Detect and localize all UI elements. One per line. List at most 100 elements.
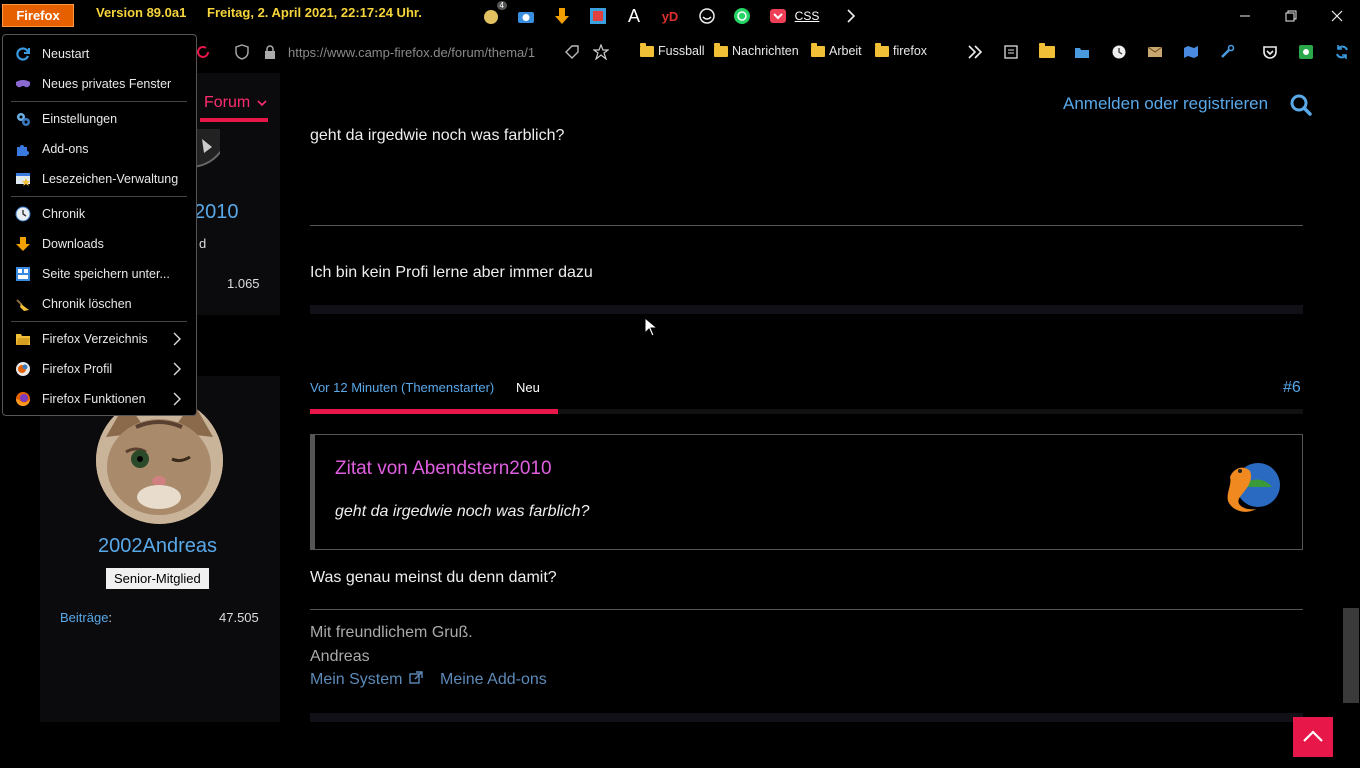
post2-reply-text: Was genau meinst du denn damit? (310, 569, 557, 586)
menu-item-downloads[interactable]: Downloads (3, 229, 196, 259)
menu-item-einstellungen[interactable]: Einstellungen (3, 104, 196, 134)
addons-icon (15, 141, 31, 157)
menu-item-private-window[interactable]: Neues privates Fenster (3, 69, 196, 99)
bookmark-fussball[interactable]: Fussball (640, 42, 705, 58)
menu-item-addons[interactable]: Add-ons (3, 134, 196, 164)
restart-icon (15, 46, 31, 62)
wrench-icon[interactable] (1217, 42, 1237, 62)
url-text[interactable]: https://www.camp-firefox.de/forum/thema/… (288, 45, 550, 60)
lock-icon[interactable] (260, 42, 280, 62)
folder-icon (640, 42, 654, 57)
page-action-icon[interactable] (562, 42, 582, 62)
font-icon[interactable]: A (624, 6, 644, 26)
menu-separator (11, 321, 187, 322)
menu-item-neustart[interactable]: Neustart (3, 39, 196, 69)
chevron-down-icon (257, 100, 267, 107)
settings-icon (15, 111, 31, 127)
posts-label-colon: : (108, 610, 113, 625)
login-register-link[interactable]: Anmelden oder registrieren (1063, 94, 1268, 114)
sync-icon[interactable] (1332, 42, 1352, 62)
pocket-icon[interactable] (768, 6, 788, 26)
user2-rank-badge: Senior-Mitglied (106, 568, 209, 589)
menu-item-chronik[interactable]: Chronik (3, 199, 196, 229)
mail-icon[interactable] (1145, 42, 1165, 62)
post2-signature-name: Andreas (310, 648, 370, 665)
green-extension-icon[interactable] (1296, 42, 1316, 62)
menu-separator (11, 196, 187, 197)
sg-extension-icon[interactable] (588, 6, 608, 26)
mein-system-link[interactable]: Mein System (310, 671, 423, 689)
badge-extension-icon[interactable]: 4 (481, 1, 507, 26)
menu-item-label: Chronik (42, 207, 86, 221)
restore-button[interactable] (1271, 4, 1311, 28)
badge-count: 4 (496, 1, 507, 10)
post2-signature-divider (310, 609, 1303, 610)
menu-item-firefox-profil[interactable]: Firefox Profil (3, 354, 196, 384)
menu-item-chronik-loeschen[interactable]: Chronik löschen (3, 289, 196, 319)
bookmark-label: Nachrichten (732, 44, 799, 58)
tracking-shield-icon[interactable] (232, 42, 252, 62)
menu-separator (11, 101, 187, 102)
bookmark-star-icon[interactable] (591, 42, 611, 62)
bookmark-arbeit[interactable]: Arbeit (811, 42, 862, 58)
reader-view-icon[interactable] (1001, 42, 1021, 62)
quote-title-link[interactable]: Zitat von Abendstern2010 (335, 458, 552, 480)
page-scrollbar-thumb[interactable] (1343, 608, 1359, 703)
menu-item-lesezeichen-verwaltung[interactable]: Lesezeichen-Verwaltung (3, 164, 196, 194)
chevron-right-icon (173, 362, 181, 376)
css-extension-icon[interactable]: CSS (795, 6, 820, 26)
overflow-chevron-icon[interactable] (841, 6, 861, 26)
menu-item-seite-speichern[interactable]: Seite speichern unter... (3, 259, 196, 289)
bookmark-nachrichten[interactable]: Nachrichten (714, 42, 799, 58)
post2-time-link[interactable]: Vor 12 Minuten (Themenstarter) (310, 380, 494, 395)
folder-tool-icon[interactable] (1037, 42, 1057, 62)
chevron-right-icon (173, 332, 181, 346)
minimize-button[interactable] (1225, 4, 1265, 28)
bookmark-label: firefox (893, 44, 928, 58)
profile-icon (15, 361, 31, 377)
folder-icon (811, 42, 825, 57)
user2-avatar[interactable] (96, 397, 223, 524)
post1-footer-strip (310, 305, 1303, 314)
camera-icon[interactable] (516, 6, 536, 26)
bookmark-label: Arbeit (829, 44, 862, 58)
private-window-icon (15, 76, 31, 92)
history-icon (15, 206, 31, 222)
whatsapp-icon[interactable] (732, 6, 752, 26)
user2-posts-label[interactable]: Beiträge: (60, 610, 112, 625)
menu-item-label: Seite speichern unter... (42, 267, 170, 281)
meine-addons-link[interactable]: Meine Add-ons (440, 671, 547, 689)
yd-extension-icon[interactable]: yD (660, 6, 680, 26)
blue-folder-icon[interactable] (1072, 42, 1092, 62)
firefox-menu-button[interactable]: Firefox (2, 4, 74, 27)
menu-item-firefox-verzeichnis[interactable]: Firefox Verzeichnis (3, 324, 196, 354)
menu-item-firefox-funktionen[interactable]: Firefox Funktionen (3, 384, 196, 414)
forum-nav-underline (200, 118, 268, 122)
title-bar: Firefox Version 89.0a1 Freitag, 2. April… (0, 0, 1360, 33)
folder-icon (15, 331, 31, 347)
firefox-icon (15, 391, 31, 407)
close-button[interactable] (1317, 4, 1357, 28)
post1-signature-divider (310, 225, 1303, 226)
post1-text: geht da irgedwie noch was farblich? (310, 127, 565, 144)
post2-number-link[interactable]: #6 (1283, 379, 1301, 397)
pocket-save-icon[interactable] (1260, 42, 1280, 62)
scroll-to-top-button[interactable] (1293, 717, 1333, 757)
downloads-icon (15, 236, 31, 252)
search-icon[interactable] (1289, 93, 1313, 117)
smiley-icon[interactable] (697, 6, 717, 26)
quote-author-avatar (1224, 457, 1284, 517)
version-label: Version 89.0a1 (96, 5, 187, 20)
overflow-double-chevron-icon[interactable] (965, 42, 985, 62)
forum-nav-link[interactable]: Forum (204, 94, 267, 112)
download-arrow-icon[interactable] (552, 6, 572, 26)
user1-name[interactable]: 2010 (194, 201, 239, 224)
map-icon[interactable] (1181, 42, 1201, 62)
navigation-toolbar: https://www.camp-firefox.de/forum/thema/… (0, 33, 1360, 73)
clear-history-icon (15, 296, 31, 312)
bookmarks-manager-icon (15, 171, 31, 187)
user2-name[interactable]: 2002Andreas (98, 535, 217, 558)
bookmark-firefox[interactable]: firefox (875, 42, 928, 58)
clock-icon[interactable] (1109, 42, 1129, 62)
url-bar[interactable]: https://www.camp-firefox.de/forum/thema/… (198, 37, 618, 68)
